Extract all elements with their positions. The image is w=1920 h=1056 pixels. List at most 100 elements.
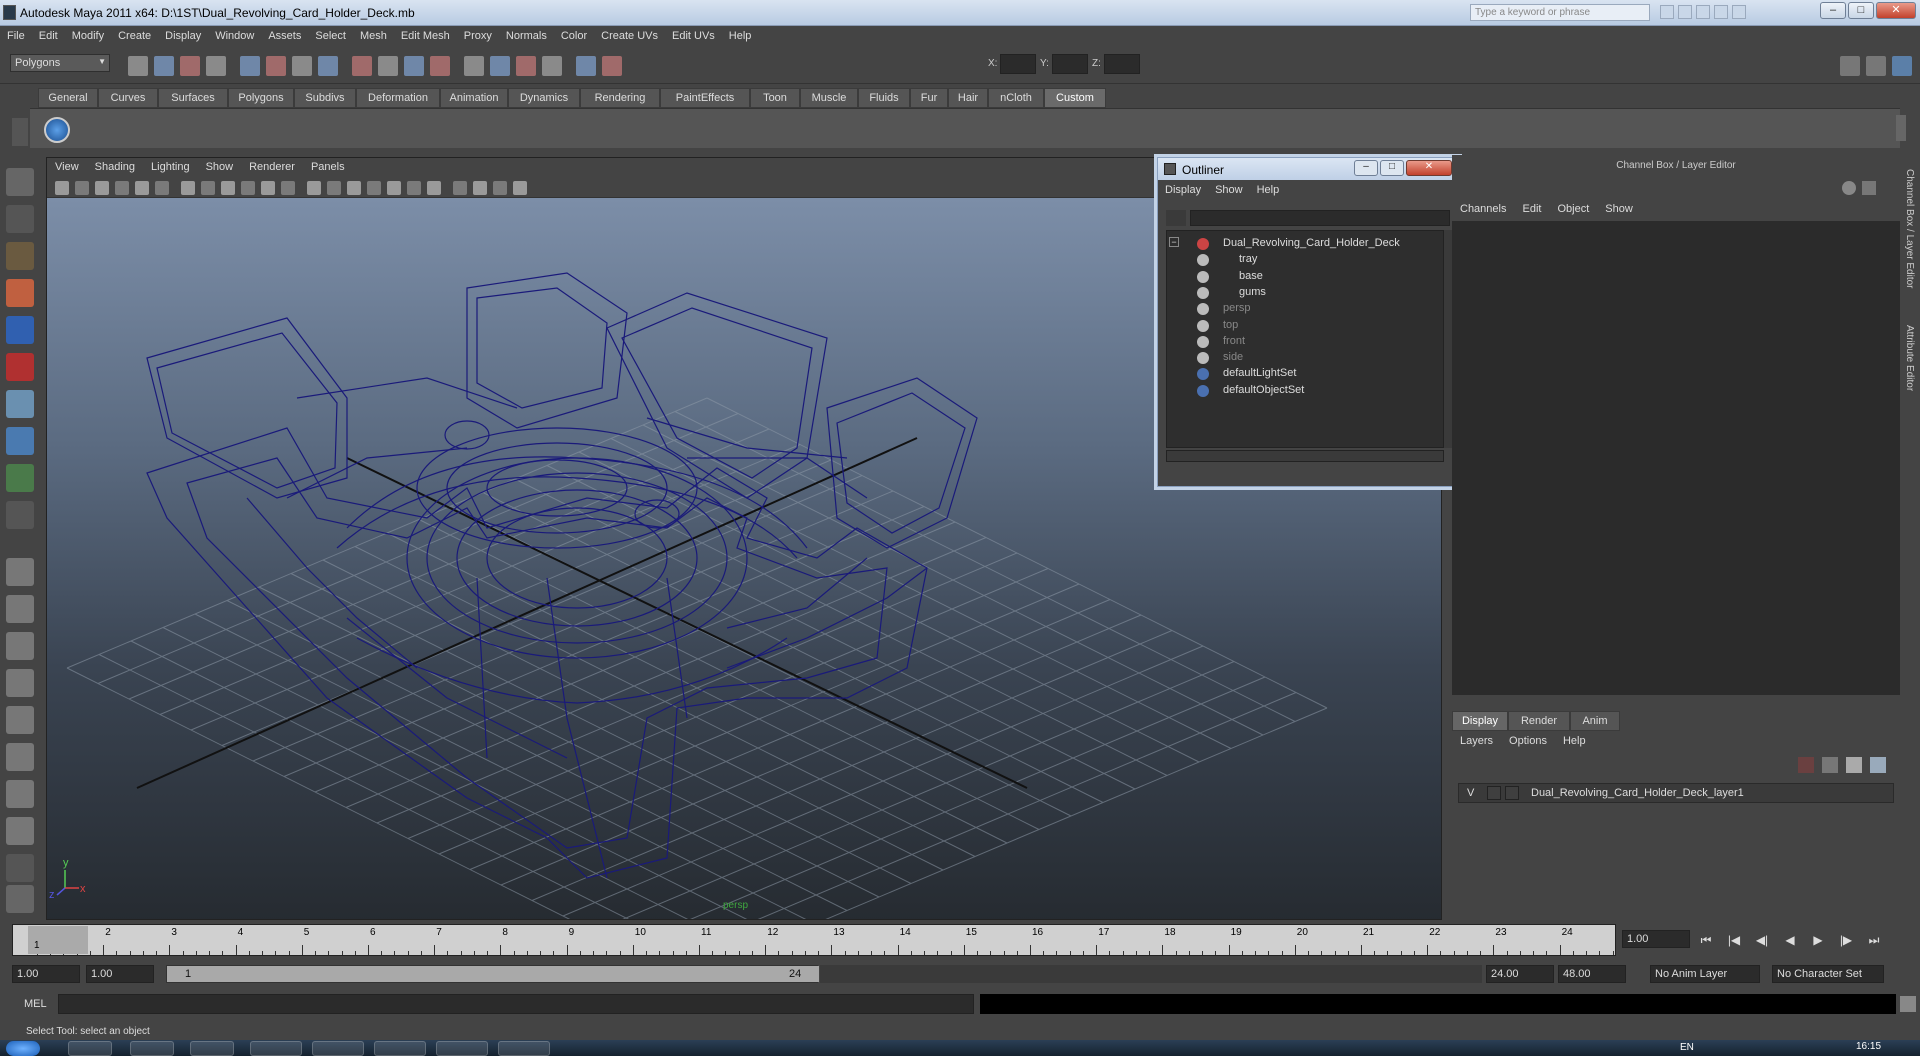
open-scene-icon[interactable] <box>154 56 174 76</box>
xray-joints-icon[interactable] <box>493 181 507 195</box>
ambient-occlusion-icon[interactable] <box>427 181 441 195</box>
playback-start-field[interactable]: 1.00 <box>86 965 154 983</box>
shelf-tab-hair[interactable]: Hair <box>948 88 988 108</box>
search-icon[interactable] <box>1660 5 1674 19</box>
character-set-dropdown[interactable]: No Character Set <box>1772 965 1884 983</box>
snap-plane-icon[interactable] <box>404 56 424 76</box>
z-field[interactable] <box>1104 54 1140 74</box>
shadows-icon[interactable] <box>407 181 421 195</box>
use-all-lights-icon[interactable] <box>387 181 401 195</box>
help-icon[interactable] <box>1732 5 1746 19</box>
outliner-minimize-button[interactable]: – <box>1354 160 1378 176</box>
hotbox-icon[interactable] <box>6 885 34 913</box>
shelf-tab-animation[interactable]: Animation <box>440 88 508 108</box>
render-icon[interactable] <box>490 56 510 76</box>
soft-mod-icon[interactable] <box>6 427 34 455</box>
grid-icon[interactable] <box>155 181 169 195</box>
taskbar-app-3[interactable] <box>190 1041 234 1056</box>
script-editor-icon[interactable] <box>1900 996 1916 1012</box>
channel-box-side-tab[interactable]: Channel Box / Layer Editor <box>1904 169 1915 289</box>
favorites-icon[interactable] <box>1714 5 1728 19</box>
channel-box-menu-show[interactable]: Show <box>1597 199 1641 219</box>
shelf-tab-painteffects[interactable]: PaintEffects <box>660 88 750 108</box>
graph-editor-layout-icon[interactable] <box>6 817 34 845</box>
hypershade-layout-icon[interactable] <box>6 706 34 734</box>
mel-label[interactable]: MEL <box>24 998 47 1010</box>
outliner-menu-show[interactable]: Show <box>1208 182 1250 198</box>
taskbar-app-2[interactable] <box>130 1041 174 1056</box>
step-forward-frame-icon[interactable]: |▶ <box>1836 933 1856 949</box>
outliner-item[interactable]: − Dual_Revolving_Card_Holder_Deck <box>1167 235 1437 253</box>
layer-visibility-toggle[interactable]: V <box>1467 787 1474 799</box>
viewport-menu-view[interactable]: View <box>47 158 87 173</box>
film-gate-icon[interactable] <box>181 181 195 195</box>
persp-graph-layout-icon[interactable] <box>6 669 34 697</box>
menu-help[interactable]: Help <box>722 27 759 42</box>
close-button[interactable]: ✕ <box>1876 2 1916 19</box>
start-button[interactable] <box>6 1041 40 1056</box>
layer-menu-help[interactable]: Help <box>1555 733 1594 749</box>
current-frame-marker[interactable]: 1 <box>28 926 88 954</box>
lasso-tool-icon[interactable] <box>6 205 34 233</box>
safe-title-icon[interactable] <box>281 181 295 195</box>
taskbar-app-5[interactable] <box>312 1041 364 1056</box>
shelf-tab-subdivs[interactable]: Subdivs <box>294 88 356 108</box>
viewport-menu-lighting[interactable]: Lighting <box>143 158 198 173</box>
shelf-tab-ncloth[interactable]: nCloth <box>988 88 1044 108</box>
outliner-menu-help[interactable]: Help <box>1250 182 1287 198</box>
taskbar-chrome[interactable] <box>68 1041 112 1056</box>
shelf-tab-deformation[interactable]: Deformation <box>356 88 440 108</box>
outliner-item[interactable]: defaultObjectSet <box>1167 382 1437 400</box>
ipr-icon[interactable] <box>516 56 536 76</box>
component-icon[interactable] <box>513 181 527 195</box>
camera-bookmark-icon[interactable] <box>75 181 89 195</box>
attribute-editor-side-tab[interactable]: Attribute Editor <box>1904 325 1915 391</box>
shelf-tab-fur[interactable]: Fur <box>910 88 948 108</box>
new-scene-icon[interactable] <box>128 56 148 76</box>
field-chart-icon[interactable] <box>241 181 255 195</box>
channel-box-toggle-icon[interactable] <box>1892 56 1912 76</box>
menu-file[interactable]: File <box>0 27 32 42</box>
x-field[interactable] <box>1000 54 1036 74</box>
clock[interactable]: 16:15 <box>1856 1041 1881 1052</box>
pencil-icon[interactable] <box>1862 181 1876 195</box>
taskbar-maya[interactable] <box>436 1041 488 1056</box>
go-to-start-icon[interactable]: ⏮ <box>1696 933 1716 949</box>
outliner-filter-toggle[interactable] <box>1166 210 1186 226</box>
save-scene-icon[interactable] <box>180 56 200 76</box>
shelf-tab-polygons[interactable]: Polygons <box>228 88 294 108</box>
layer-tab-display[interactable]: Display <box>1452 711 1508 731</box>
persp-graph-hyper-layout-icon[interactable] <box>6 743 34 771</box>
range-slider[interactable]: 1 24 <box>166 965 819 983</box>
taskbar-explorer[interactable] <box>498 1041 550 1056</box>
anim-layer-dropdown[interactable]: No Anim Layer <box>1650 965 1760 983</box>
select-object-icon[interactable] <box>240 56 260 76</box>
four-view-layout-icon[interactable] <box>6 595 34 623</box>
shelf-tab-custom[interactable]: Custom <box>1044 88 1106 108</box>
shelf-tab-dynamics[interactable]: Dynamics <box>508 88 580 108</box>
shelf-tab-general[interactable]: General <box>38 88 98 108</box>
select-tool-icon[interactable] <box>6 168 34 196</box>
viewport-menu-shading[interactable]: Shading <box>87 158 143 173</box>
play-forward-icon[interactable]: ▶ <box>1808 933 1828 949</box>
menu-edit[interactable]: Edit <box>32 27 65 42</box>
snap-live-icon[interactable] <box>430 56 450 76</box>
shelf-menu-icon[interactable] <box>12 118 28 146</box>
checkmark-shelf-icon[interactable] <box>44 117 70 143</box>
select-component-icon[interactable] <box>266 56 286 76</box>
outliner-layout-icon[interactable] <box>6 780 34 808</box>
help-search-input[interactable]: Type a keyword or phrase <box>1470 4 1650 21</box>
wireframe-on-shaded-icon[interactable] <box>347 181 361 195</box>
outliner-filter-input[interactable] <box>1190 210 1450 226</box>
channel-box-menu-edit[interactable]: Edit <box>1514 199 1549 219</box>
animation-end-field[interactable]: 48.00 <box>1558 965 1626 983</box>
universal-manipulator-icon[interactable] <box>6 390 34 418</box>
outliner-item[interactable]: side <box>1167 349 1437 367</box>
snap-curve-icon[interactable] <box>352 56 372 76</box>
shelf-tab-curves[interactable]: Curves <box>98 88 158 108</box>
menu-modify[interactable]: Modify <box>65 27 111 42</box>
single-view-layout-icon[interactable] <box>6 558 34 586</box>
2d-pan-zoom-icon[interactable] <box>115 181 129 195</box>
history-icon[interactable] <box>464 56 484 76</box>
rotate-tool-icon[interactable] <box>6 316 34 344</box>
